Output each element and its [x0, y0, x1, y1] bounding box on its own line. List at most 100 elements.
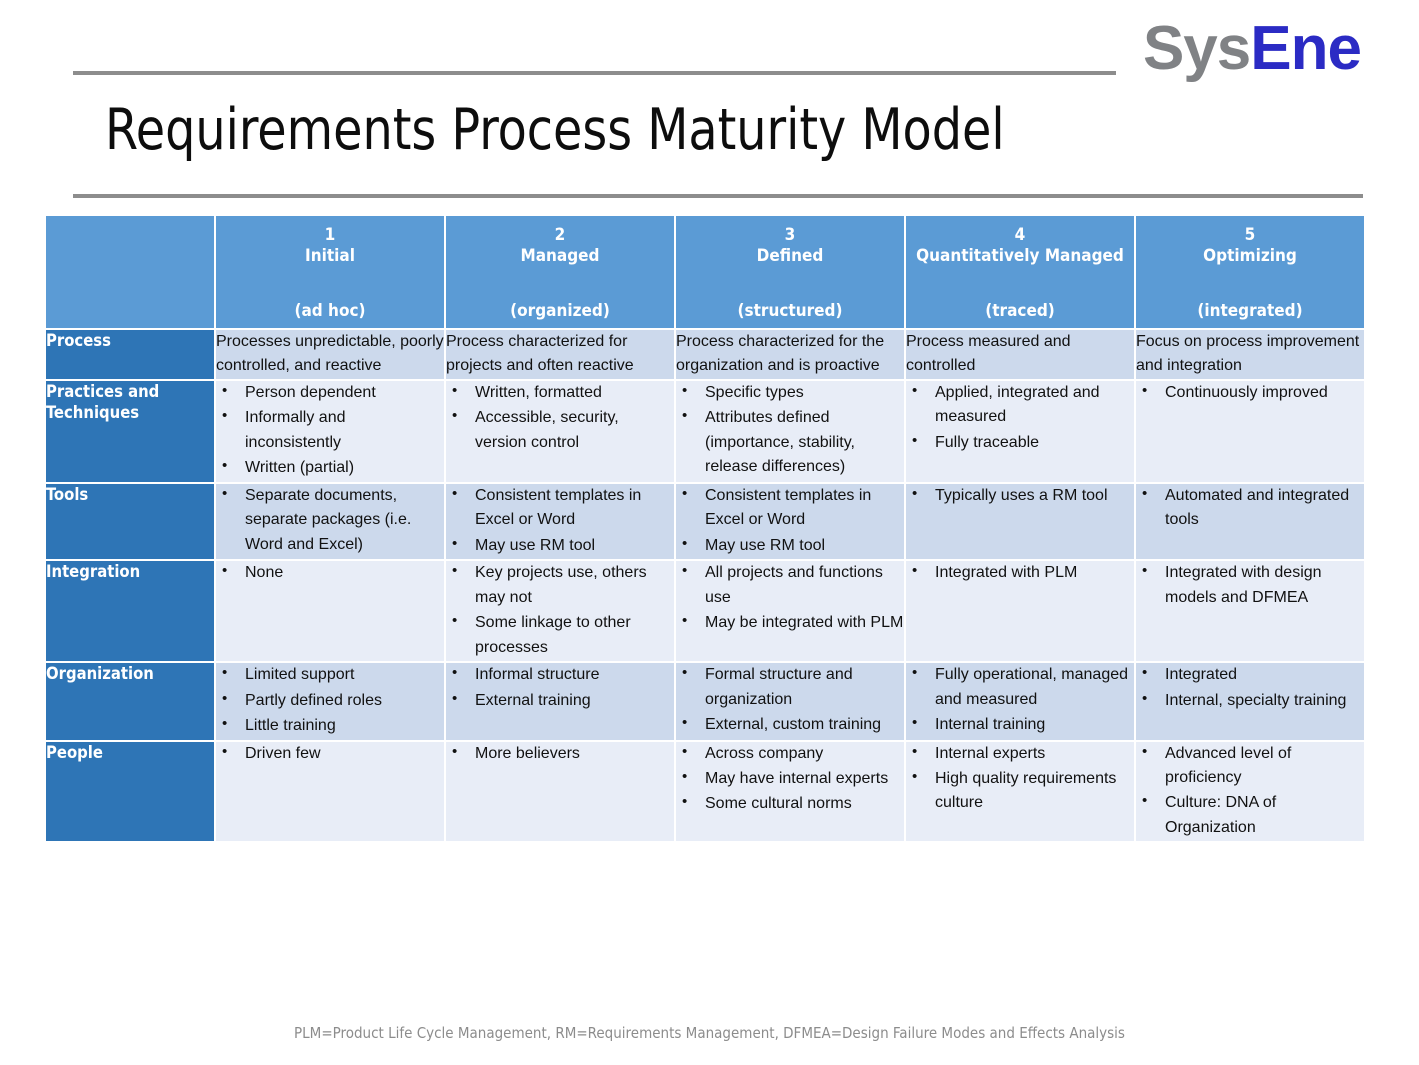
list-item: External training — [449, 688, 674, 713]
cell-bullet-list: Integrated with design models and DFMEA — [1136, 560, 1364, 610]
list-item: External, custom training — [679, 712, 904, 737]
header-level-1: 1 Initial (ad hoc) — [216, 216, 444, 328]
header-level-descriptor: (organized) — [510, 300, 610, 321]
header-corner-cell — [46, 216, 214, 328]
cell-bullet-list: Informal structureExternal training — [446, 662, 674, 713]
header-level-descriptor: (ad hoc) — [294, 300, 366, 321]
cell-bullet-list: Separate documents, separate packages (i… — [216, 483, 444, 557]
table-row: OrganizationLimited supportPartly define… — [46, 662, 1364, 740]
list-item: Little training — [219, 713, 444, 738]
cell-paragraph: Focus on process improvement and integra… — [1136, 333, 1360, 375]
cell-bullet-list: Limited supportPartly defined rolesLittl… — [216, 662, 444, 738]
list-item: Consistent templates in Excel or Word — [449, 483, 674, 533]
table-row: ToolsSeparate documents, separate packag… — [46, 483, 1364, 560]
table-row: Process Processes unpredictable, poorly c… — [46, 330, 1364, 379]
cell-r5-c5: IntegratedInternal, specialty training — [1136, 662, 1364, 740]
cell-r6-c2: More believers — [446, 740, 674, 842]
cell-bullet-list: Across companyMay have internal expertsS… — [676, 740, 904, 817]
cell-r5-c1: Limited supportPartly defined rolesLittl… — [216, 662, 444, 740]
list-item: Consistent templates in Excel or Word — [679, 483, 904, 533]
cell-bullet-list: Consistent templates in Excel or WordMay… — [446, 483, 674, 558]
list-item: Internal experts — [909, 740, 1134, 766]
cell-r1-c1: Processes unpredictable, poorly controll… — [216, 330, 444, 379]
list-item: Written, formatted — [449, 380, 674, 405]
cell-bullet-list: IntegratedInternal, specialty training — [1136, 662, 1364, 713]
header-level-number: 2 — [554, 225, 566, 245]
cell-bullet-list: Applied, integrated and measuredFully tr… — [906, 380, 1134, 455]
cell-bullet-list: Consistent templates in Excel or WordMay… — [676, 483, 904, 558]
cell-bullet-list: Internal expertsHigh quality requirement… — [906, 740, 1134, 816]
cell-bullet-list: More believers — [446, 740, 674, 766]
table-row: Practices and TechniquesPerson dependent… — [46, 380, 1364, 482]
cell-bullet-list: Driven few — [216, 740, 444, 766]
cell-paragraph: Process measured and controlled — [906, 333, 1071, 375]
cell-bullet-list: Advanced level of proficiencyCulture: DN… — [1136, 741, 1364, 841]
cell-bullet-list: Formal structure and organizationExterna… — [676, 662, 904, 737]
logo-text-sys: Sys — [1142, 14, 1251, 83]
table-row: IntegrationNoneKey projects use, others … — [46, 560, 1364, 662]
cell-r6-c3: Across companyMay have internal expertsS… — [676, 740, 904, 842]
list-item: Typically uses a RM tool — [909, 483, 1134, 508]
header-level-name: Defined — [756, 246, 824, 267]
header-level-5: 5 Optimizing (integrated) — [1136, 216, 1364, 328]
list-item: Integrated — [1139, 662, 1364, 687]
cell-r4-c3: All projects and functions useMay be int… — [676, 560, 904, 662]
cell-bullet-list: Written, formattedAccessible, security, … — [446, 380, 674, 455]
list-item: Internal, specialty training — [1139, 688, 1364, 713]
cell-r6-c4: Internal expertsHigh quality requirement… — [906, 740, 1134, 842]
list-item: Written (partial) — [219, 455, 444, 480]
header-level-number: 3 — [784, 225, 796, 245]
list-item: Informal structure — [449, 662, 674, 687]
list-item: May have internal experts — [679, 766, 904, 791]
header-level-name: Optimizing — [1203, 246, 1297, 267]
list-item: None — [219, 560, 444, 585]
table-body: Process Processes unpredictable, poorly c… — [46, 330, 1364, 842]
maturity-model-table: 1 Initial (ad hoc) 2 Managed (organized) 3 Defi… — [44, 214, 1366, 843]
logo-text-ene: Ene — [1250, 14, 1362, 83]
header-level-name: Managed — [520, 246, 600, 267]
cell-r1-c4: Process measured and controlled — [906, 330, 1134, 379]
cell-r1-c3: Process characterized for the organizati… — [676, 330, 904, 379]
list-item: Partly defined roles — [219, 688, 444, 713]
cell-r4-c4: Integrated with PLM — [906, 560, 1134, 662]
list-item: Integrated with design models and DFMEA — [1139, 560, 1364, 610]
list-item: All projects and functions use — [679, 560, 904, 610]
cell-bullet-list: Person dependentInformally and inconsist… — [216, 380, 444, 481]
header-level-descriptor: (integrated) — [1197, 300, 1303, 321]
cell-r1-c2: Process characterized for projects and o… — [446, 330, 674, 379]
cell-paragraph: Process characterized for projects and o… — [446, 333, 634, 375]
list-item: Fully operational, managed and measured — [909, 662, 1134, 712]
header-level-descriptor: (structured) — [737, 300, 843, 321]
cell-r3-c3: Consistent templates in Excel or WordMay… — [676, 483, 904, 560]
list-item: Person dependent — [219, 380, 444, 405]
list-item: Specific types — [679, 380, 904, 405]
footnote-acronyms: PLM=Product Life Cycle Management, RM=Re… — [294, 1024, 1125, 1042]
list-item: Driven few — [219, 740, 444, 766]
list-item: Across company — [679, 740, 904, 766]
cell-r3-c1: Separate documents, separate packages (i… — [216, 483, 444, 560]
cell-bullet-list: Fully operational, managed and measuredI… — [906, 662, 1134, 737]
list-item: High quality requirements culture — [909, 766, 1134, 816]
header-rule-bottom — [73, 194, 1363, 198]
page-title: Requirements Process Maturity Model — [105, 97, 1005, 163]
cell-r4-c2: Key projects use, others may notSome lin… — [446, 560, 674, 662]
cell-r6-c5: Advanced level of proficiencyCulture: DN… — [1136, 741, 1364, 842]
cell-bullet-list: All projects and functions useMay be int… — [676, 560, 904, 635]
cell-bullet-list: Continuously improved — [1136, 380, 1364, 405]
cell-r2-c4: Applied, integrated and measuredFully tr… — [906, 380, 1134, 482]
list-item: Integrated with PLM — [909, 560, 1134, 585]
cell-r2-c2: Written, formattedAccessible, security, … — [446, 380, 674, 482]
cell-r2-c1: Person dependentInformally and inconsist… — [216, 380, 444, 482]
row-label-integration: Integration — [46, 561, 214, 662]
header-level-number: 5 — [1244, 225, 1256, 245]
header-level-number: 1 — [324, 225, 336, 245]
list-item: Automated and integrated tools — [1139, 483, 1364, 533]
row-label-organization: Organization — [46, 663, 214, 740]
list-item: Culture: DNA of Organization — [1139, 790, 1364, 840]
list-item: Key projects use, others may not — [449, 560, 674, 610]
cell-r3-c4: Typically uses a RM tool — [906, 483, 1134, 560]
list-item: May use RM tool — [449, 533, 674, 558]
list-item: More believers — [449, 740, 674, 766]
cell-r3-c2: Consistent templates in Excel or WordMay… — [446, 483, 674, 560]
list-item: Limited support — [219, 662, 444, 687]
